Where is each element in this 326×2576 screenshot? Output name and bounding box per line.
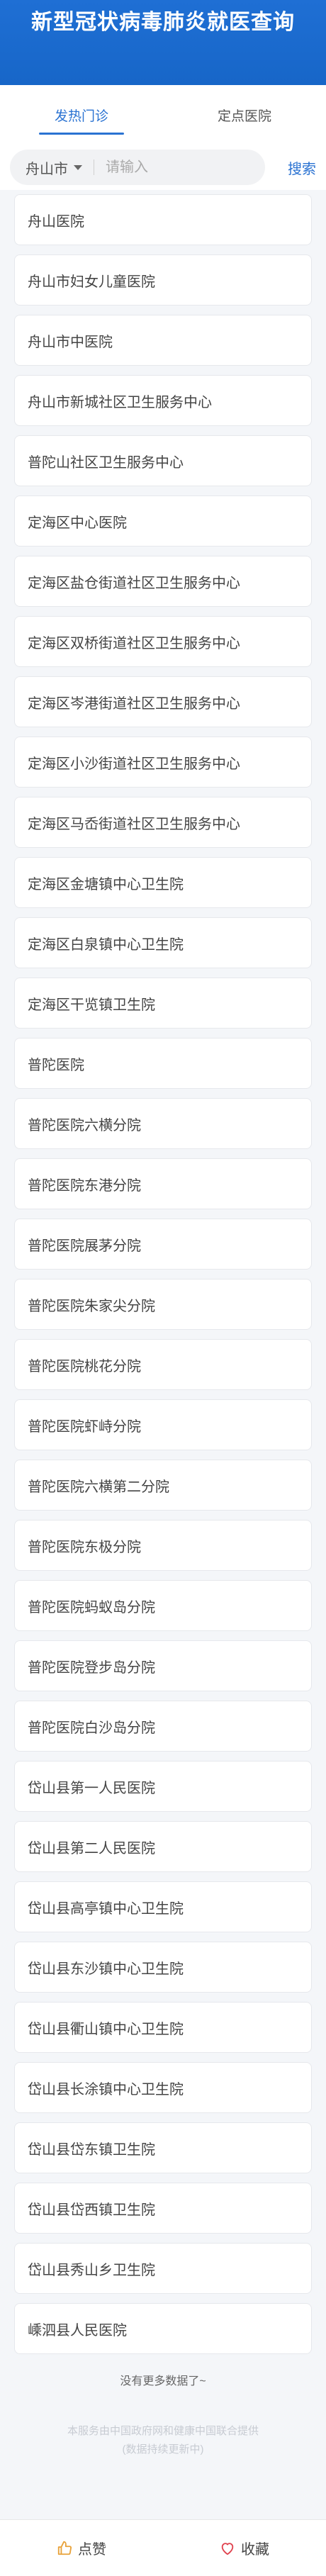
- page: 新型冠状病毒肺炎就医查询 发热门诊 定点医院 舟山市 搜索 舟山医院舟山市妇女儿…: [0, 0, 326, 2576]
- favorite-button[interactable]: 收藏: [163, 2520, 326, 2576]
- search-bar: 舟山市 搜索: [0, 145, 326, 190]
- like-label: 点赞: [78, 2542, 106, 2558]
- search-button[interactable]: 搜索: [265, 157, 316, 178]
- hospital-list-item[interactable]: 舟山医院: [14, 194, 312, 245]
- no-more-data: 没有更多数据了~: [120, 2375, 206, 2387]
- hospital-list-item[interactable]: 普陀医院登步岛分院: [14, 1640, 312, 1691]
- hospital-list-item[interactable]: 岱山县第一人民医院: [14, 1761, 312, 1812]
- hospital-list-item[interactable]: 岱山县长涂镇中心卫生院: [14, 2062, 312, 2113]
- hospital-list: 舟山医院舟山市妇女儿童医院 舟山市中医院 舟山市新城社区卫生服务中心 普陀山社区卫生服…: [0, 190, 326, 2354]
- hospital-list-item[interactable]: 定海区金塘镇中心卫生院: [14, 857, 312, 908]
- heart-icon: [221, 2542, 234, 2555]
- footer-bar: 点赞 收藏: [0, 2519, 326, 2576]
- hospital-list-item[interactable]: 舟山市新城社区卫生服务中心: [14, 375, 312, 426]
- hospital-list-item[interactable]: 岱山县衢山镇中心卫生院: [14, 2002, 312, 2053]
- hospital-list-item[interactable]: 定海区干览镇卫生院: [14, 978, 312, 1029]
- thumbs-up-icon: [57, 2541, 72, 2555]
- hospital-list-item[interactable]: 岱山县岱东镇卫生院: [14, 2122, 312, 2173]
- tab-bar: 发热门诊 定点医院: [0, 85, 326, 145]
- favorite-label: 收藏: [241, 2542, 269, 2558]
- hospital-list-item[interactable]: 岱山县高亭镇中心卫生院: [14, 1881, 312, 1932]
- hospital-list-item[interactable]: 普陀医院白沙岛分院: [14, 1701, 312, 1752]
- hospital-list-item[interactable]: 岱山县岱西镇卫生院: [14, 2183, 312, 2234]
- hospital-list-item[interactable]: 普陀医院六横第二分院: [14, 1460, 312, 1511]
- hospital-list-item[interactable]: 定海区中心医院: [14, 495, 312, 547]
- hospital-list-item[interactable]: 舟山市中医院: [14, 315, 312, 366]
- hospital-list-item[interactable]: 普陀医院东极分院: [14, 1520, 312, 1571]
- data-update-line: (数据持续更新中): [122, 2443, 204, 2455]
- hospital-list-item[interactable]: 定海区岑港街道社区卫生服务中心: [14, 676, 312, 727]
- hospital-list-item[interactable]: 岱山县秀山乡卫生院: [14, 2243, 312, 2294]
- hospital-list-item[interactable]: 普陀山社区卫生服务中心: [14, 435, 312, 486]
- page-title: 新型冠状病毒肺炎就医查询: [31, 11, 295, 34]
- city-select[interactable]: 舟山市: [26, 157, 82, 178]
- hospital-list-item[interactable]: 普陀医院六横分院: [14, 1098, 312, 1149]
- search-box: 舟山市: [10, 150, 265, 185]
- hospital-list-item[interactable]: 嵊泗县人民医院: [14, 2303, 312, 2354]
- hospital-list-item[interactable]: 定海区马岙街道社区卫生服务中心: [14, 797, 312, 848]
- hospital-list-item[interactable]: 岱山县第二人民医院: [14, 1821, 312, 1872]
- hospital-list-item[interactable]: 舟山市妇女儿童医院: [14, 254, 312, 306]
- tab-fever-clinic[interactable]: 发热门诊: [0, 85, 163, 145]
- data-source-line: 本服务由中国政府网和健康中国联合提供: [67, 2425, 259, 2437]
- city-select-label: 舟山市: [26, 161, 68, 177]
- tab-designated-hospital[interactable]: 定点医院: [163, 85, 326, 145]
- data-source-note: 本服务由中国政府网和健康中国联合提供 (数据持续更新中): [0, 2422, 326, 2459]
- like-button[interactable]: 点赞: [0, 2520, 163, 2576]
- search-input[interactable]: [106, 159, 240, 176]
- header: 新型冠状病毒肺炎就医查询: [0, 0, 326, 85]
- hospital-list-item[interactable]: 定海区小沙街道社区卫生服务中心: [14, 737, 312, 788]
- hospital-list-item[interactable]: 定海区盐仓街道社区卫生服务中心: [14, 556, 312, 607]
- hospital-list-item[interactable]: 普陀医院桃花分院: [14, 1339, 312, 1390]
- hospital-list-item[interactable]: 普陀医院展茅分院: [14, 1219, 312, 1270]
- caret-down-icon: [74, 164, 82, 170]
- hospital-list-item[interactable]: 普陀医院虾峙分院: [14, 1399, 312, 1450]
- hospital-list-item[interactable]: 定海区白泉镇中心卫生院: [14, 917, 312, 968]
- hospital-list-item[interactable]: 普陀医院蚂蚁岛分院: [14, 1580, 312, 1631]
- hospital-list-item[interactable]: 普陀医院东港分院: [14, 1158, 312, 1209]
- hospital-list-item[interactable]: 岱山县东沙镇中心卫生院: [14, 1942, 312, 1993]
- hospital-list-item[interactable]: 普陀医院: [14, 1038, 312, 1089]
- hospital-list-item[interactable]: 定海区双桥街道社区卫生服务中心: [14, 616, 312, 667]
- hospital-list-item[interactable]: 普陀医院朱家尖分院: [14, 1279, 312, 1330]
